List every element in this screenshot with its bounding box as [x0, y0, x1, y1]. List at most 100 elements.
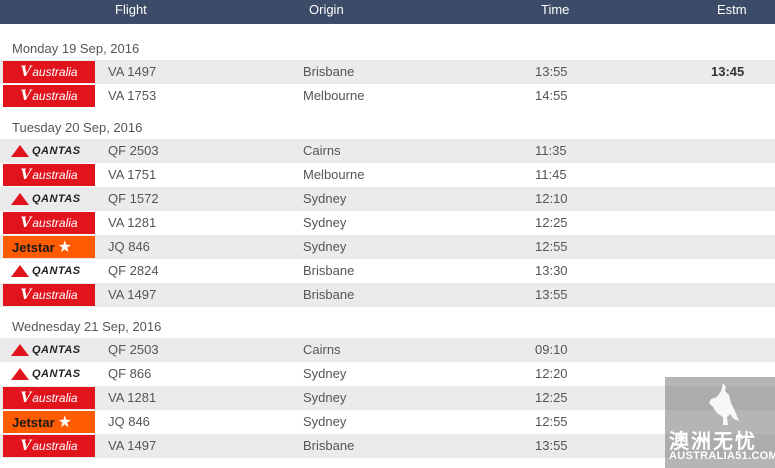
virgin-logo-text: australia: [32, 168, 78, 182]
virgin-logo: Vaustralia: [3, 164, 95, 186]
flight-cell: QF 2503: [108, 342, 159, 357]
jetstar-logo-text: Jetstar: [12, 414, 55, 430]
time-cell: 12:20: [535, 366, 568, 381]
flight-cell: JQ 846: [108, 239, 150, 254]
flight-row[interactable]: Vaustralia VA 1281 Sydney 12:25: [0, 386, 775, 410]
origin-cell: Melbourne: [303, 167, 365, 182]
flight-cell: QF 866: [108, 366, 152, 381]
virgin-mark: V: [20, 64, 32, 80]
date-label: Monday 19 Sep, 2016: [12, 41, 140, 56]
flight-row[interactable]: QANTAS QF 2503 Cairns 11:35: [0, 139, 775, 163]
qantas-logo: QANTAS: [3, 260, 95, 282]
virgin-mark: V: [20, 215, 32, 231]
flight-row[interactable]: QANTAS QF 1572 Sydney 12:10: [0, 187, 775, 211]
qantas-logo-text: QANTAS: [32, 193, 81, 205]
origin-cell: Brisbane: [303, 438, 355, 453]
flight-row[interactable]: QANTAS QF 2503 Cairns 09:10: [0, 338, 775, 362]
table-header: Flight Origin Time Estm: [0, 0, 775, 24]
kangaroo-icon: [709, 383, 739, 425]
flight-cell: VA 1281: [108, 215, 157, 230]
column-header-origin: Origin: [309, 2, 344, 17]
time-cell: 12:55: [535, 239, 568, 254]
qantas-kangaroo-icon: [11, 368, 29, 380]
qantas-logo: QANTAS: [3, 339, 95, 361]
virgin-mark: V: [20, 167, 32, 183]
flight-cell: VA 1753: [108, 88, 157, 103]
virgin-logo: Vaustralia: [3, 212, 95, 234]
jetstar-logo-text: Jetstar: [12, 239, 55, 255]
watermark-site-text: AUSTRALIA51.COM: [669, 450, 775, 462]
virgin-logo-text: australia: [32, 439, 78, 453]
origin-cell: Brisbane: [303, 263, 355, 278]
origin-cell: Brisbane: [303, 287, 355, 302]
flight-cell: QF 1572: [108, 191, 159, 206]
origin-cell: Brisbane: [303, 64, 355, 79]
star-icon: ★: [57, 414, 72, 431]
qantas-logo-text: QANTAS: [32, 265, 81, 277]
qantas-logo: QANTAS: [3, 140, 95, 162]
time-cell: 14:55: [535, 88, 568, 103]
site-watermark: 澳洲无忧 AUSTRALIA51.COM: [665, 377, 775, 468]
flight-row[interactable]: Vaustralia VA 1497 Brisbane 13:55: [0, 283, 775, 307]
origin-cell: Melbourne: [303, 88, 365, 103]
date-group-header: Wednesday 21 Sep, 2016: [0, 308, 775, 334]
column-header-time: Time: [541, 2, 570, 17]
flight-cell: VA 1497: [108, 287, 157, 302]
origin-cell: Sydney: [303, 414, 347, 429]
date-label: Wednesday 21 Sep, 2016: [12, 319, 162, 334]
virgin-logo-text: australia: [32, 391, 78, 405]
virgin-mark: V: [20, 287, 32, 303]
qantas-logo-text: QANTAS: [32, 145, 81, 157]
flight-row[interactable]: Jetstar ★ JQ 846 Sydney 12:55: [0, 410, 775, 434]
star-icon: ★: [57, 239, 72, 256]
origin-cell: Sydney: [303, 239, 347, 254]
virgin-logo: Vaustralia: [3, 435, 95, 457]
virgin-logo-text: australia: [32, 65, 78, 79]
flight-row[interactable]: Vaustralia VA 1753 Melbourne 14:55: [0, 84, 775, 108]
virgin-logo: Vaustralia: [3, 61, 95, 83]
virgin-mark: V: [20, 438, 32, 454]
qantas-logo-text: QANTAS: [32, 344, 81, 356]
time-cell: 13:30: [535, 263, 568, 278]
jetstar-logo: Jetstar ★: [3, 236, 95, 258]
virgin-logo-text: australia: [32, 288, 78, 302]
flight-row[interactable]: Vaustralia VA 1497 Brisbane 13:55: [0, 434, 775, 458]
virgin-logo: Vaustralia: [3, 85, 95, 107]
time-cell: 12:25: [535, 390, 568, 405]
estm-cell: 13:45: [711, 64, 745, 79]
time-cell: 11:35: [535, 143, 567, 158]
flight-cell: VA 1281: [108, 390, 157, 405]
virgin-mark: V: [20, 390, 32, 406]
time-cell: 12:10: [535, 191, 568, 206]
flight-cell: VA 1497: [108, 64, 157, 79]
virgin-logo: Vaustralia: [3, 387, 95, 409]
qantas-kangaroo-icon: [11, 193, 29, 205]
time-cell: 13:55: [535, 438, 568, 453]
date-group-header: Tuesday 20 Sep, 2016: [0, 109, 775, 135]
flight-row[interactable]: Vaustralia VA 1281 Sydney 12:25: [0, 211, 775, 235]
flight-row[interactable]: Jetstar ★ JQ 846 Sydney 12:55: [0, 235, 775, 259]
flight-row[interactable]: QANTAS QF 866 Sydney 12:20: [0, 362, 775, 386]
time-cell: 13:55: [535, 287, 568, 302]
origin-cell: Cairns: [303, 342, 341, 357]
virgin-logo-text: australia: [32, 89, 78, 103]
qantas-kangaroo-icon: [11, 145, 29, 157]
flight-row[interactable]: Vaustralia VA 1497 Brisbane 13:55 13:45: [0, 60, 775, 84]
flight-cell: QF 2503: [108, 143, 159, 158]
origin-cell: Sydney: [303, 215, 347, 230]
flight-row[interactable]: Vaustralia VA 1751 Melbourne 11:45: [0, 163, 775, 187]
qantas-logo: QANTAS: [3, 188, 95, 210]
qantas-kangaroo-icon: [11, 265, 29, 277]
flight-cell: VA 1497: [108, 438, 157, 453]
time-cell: 12:25: [535, 215, 568, 230]
date-group-header: Monday 19 Sep, 2016: [0, 30, 775, 56]
time-cell: 11:45: [535, 167, 567, 182]
origin-cell: Sydney: [303, 191, 347, 206]
time-cell: 09:10: [535, 342, 568, 357]
flight-row[interactable]: QANTAS QF 2824 Brisbane 13:30: [0, 259, 775, 283]
flight-cell: VA 1751: [108, 167, 157, 182]
virgin-logo: Vaustralia: [3, 284, 95, 306]
origin-cell: Sydney: [303, 390, 347, 405]
jetstar-logo: Jetstar ★: [3, 411, 95, 433]
column-header-flight: Flight: [115, 2, 147, 17]
